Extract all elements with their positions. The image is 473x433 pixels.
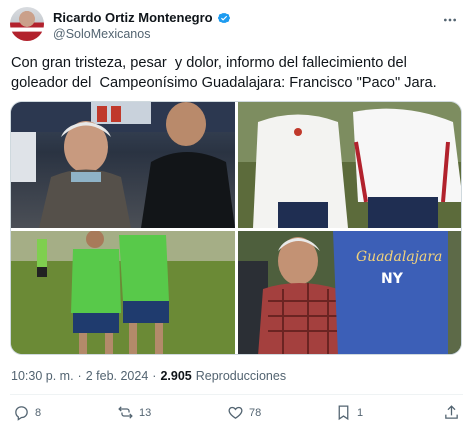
meta-separator: · xyxy=(77,369,82,383)
reply-button[interactable]: 8 xyxy=(13,404,41,421)
svg-text:NY: NY xyxy=(381,271,404,287)
bookmark-icon xyxy=(338,405,349,421)
photo-3-image xyxy=(11,231,235,354)
tweet-text: Con gran tristeza, pesar y dolor, inform… xyxy=(11,55,437,91)
photo-4-image: Guadalajara NY xyxy=(238,231,461,354)
like-count: 78 xyxy=(249,406,262,419)
share-icon xyxy=(445,405,458,419)
photo-1[interactable] xyxy=(11,102,235,228)
views-label: Reproducciones xyxy=(195,369,287,383)
action-bar: 8 13 78 1 xyxy=(11,404,461,426)
divider xyxy=(10,394,463,395)
photo-4[interactable]: Guadalajara NY xyxy=(238,231,461,354)
bookmark-count: 1 xyxy=(357,406,364,419)
heart-icon xyxy=(228,406,243,419)
author-avatar[interactable] xyxy=(10,7,44,41)
tweet-meta: 10:30 p. m. · 2 feb. 2024 · 2.905 Reprod… xyxy=(11,369,286,383)
more-options-button[interactable] xyxy=(441,11,459,29)
author-name-row: Ricardo Ortiz Montenegro xyxy=(53,10,231,25)
tweet-time[interactable]: 10:30 p. m. xyxy=(11,369,74,383)
share-button[interactable] xyxy=(443,404,460,421)
photo-3[interactable] xyxy=(11,231,235,354)
bookmark-button[interactable]: 1 xyxy=(335,404,363,421)
svg-text:Guadalajara: Guadalajara xyxy=(356,249,442,265)
reply-count: 8 xyxy=(35,406,42,419)
author-display-name[interactable]: Ricardo Ortiz Montenegro xyxy=(53,10,213,25)
reply-icon xyxy=(15,406,28,421)
photo-2-image xyxy=(238,102,461,228)
meta-separator-2: · xyxy=(152,369,157,383)
retweet-icon xyxy=(118,406,133,419)
more-dots-icon xyxy=(444,18,456,22)
author-handle[interactable]: @SoloMexicanos xyxy=(53,27,150,41)
tweet-header: Ricardo Ortiz Montenegro @SoloMexicanos xyxy=(10,6,463,46)
photo-1-image xyxy=(11,102,235,228)
retweet-button[interactable]: 13 xyxy=(117,404,151,421)
photo-2[interactable] xyxy=(238,102,461,228)
like-button[interactable]: 78 xyxy=(227,404,261,421)
retweet-count: 13 xyxy=(139,406,152,419)
verified-badge-icon xyxy=(217,12,230,23)
media-grid: Guadalajara NY xyxy=(10,101,462,355)
tweet-date[interactable]: 2 feb. 2024 xyxy=(86,369,149,383)
views-count: 2.905 xyxy=(160,369,192,383)
